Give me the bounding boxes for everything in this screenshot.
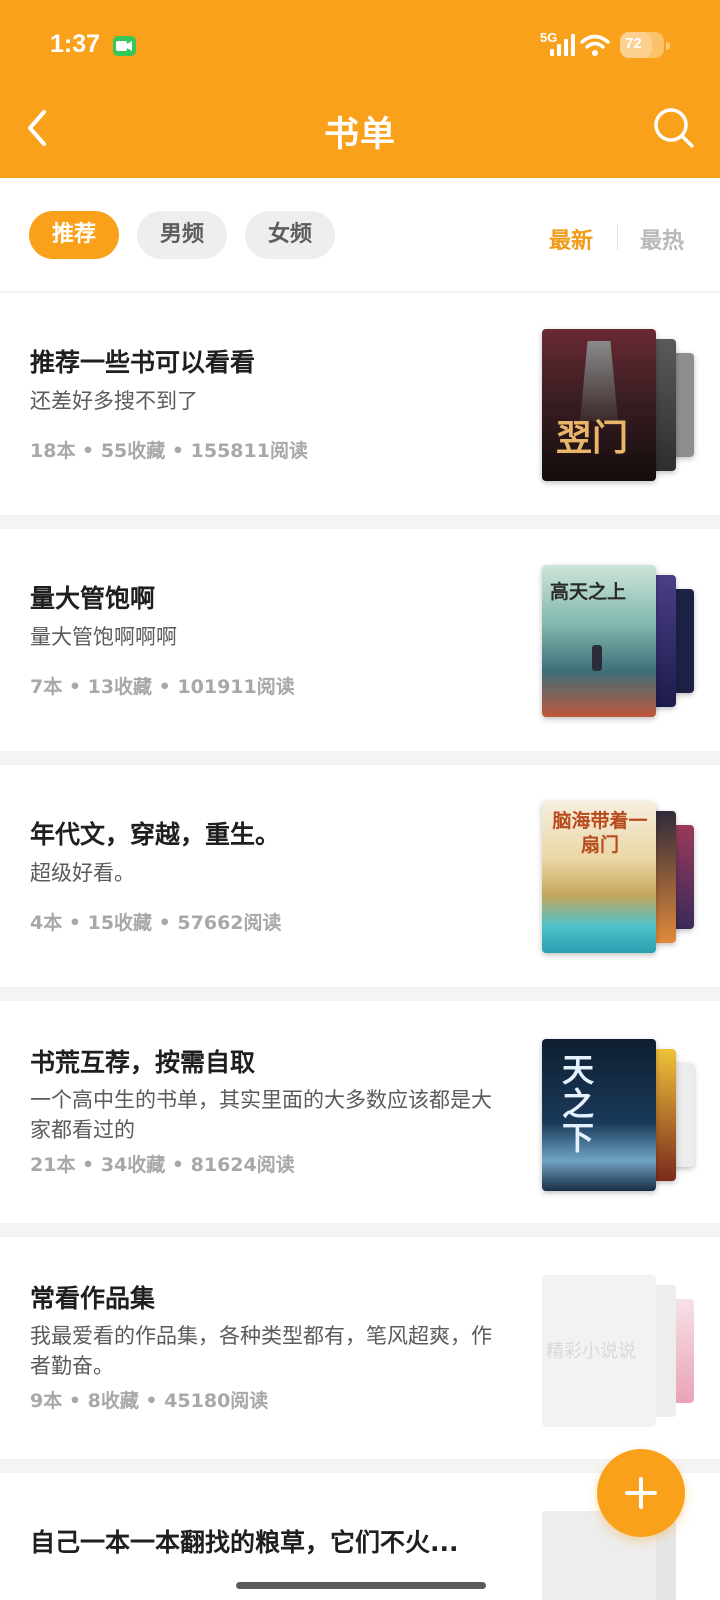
cover-title: 天之下 <box>562 1051 595 1157</box>
app-header: 1:37 5G 72 书单 <box>0 0 720 178</box>
booklist-desc: 还差好多搜不到了 <box>30 389 198 413</box>
booklist-meta: 21本 • 34收藏 • 81624阅读 <box>30 1154 295 1176</box>
booklist-title: 自己一本一本翻找的粮草，它们不火... <box>30 1528 459 1557</box>
signal-icon <box>550 34 575 56</box>
booklist-title: 量大管饱啊 <box>30 584 156 613</box>
page-title: 书单 <box>323 115 396 155</box>
book-cover: 脑海带着一扇门 <box>542 801 656 953</box>
battery-level: 72 <box>625 35 642 52</box>
booklist-meta: 9本 • 8收藏 • 45180阅读 <box>30 1390 269 1412</box>
sort-latest[interactable]: 最新 <box>549 223 593 255</box>
booklist-title: 常看作品集 <box>30 1284 156 1313</box>
create-booklist-button[interactable] <box>597 1449 685 1537</box>
cover-stack: 精彩小说说 <box>542 1275 697 1427</box>
booklist-desc: 量大管饱啊啊啊 <box>30 625 177 649</box>
booklist-card[interactable]: 量大管饱啊 量大管饱啊啊啊 7本 • 13收藏 • 101911阅读 高天之上 <box>0 529 720 751</box>
cover-stack: 脑海带着一扇门 <box>542 801 697 953</box>
booklist-title: 推荐一些书可以看看 <box>30 348 256 377</box>
booklist-desc: 一个高中生的书单，其实里面的大多数应该都是大家都看过的 <box>30 1088 492 1142</box>
cover-stack: 翌门 <box>542 329 697 481</box>
booklist-card[interactable]: 书荒互荐，按需自取 一个高中生的书单，其实里面的大多数应该都是大家都看过的 21… <box>0 1001 720 1223</box>
book-cover: 高天之上 <box>542 565 656 717</box>
cover-title: 精彩小说说 <box>546 1341 636 1362</box>
booklist-card[interactable]: 推荐一些书可以看看 还差好多搜不到了 18本 • 55收藏 • 155811阅读… <box>0 293 720 515</box>
battery-indicator: 72 <box>620 32 670 58</box>
book-cover: 翌门 <box>542 329 656 481</box>
booklist-title: 年代文，穿越，重生。 <box>30 820 281 849</box>
chip-recommend[interactable]: 推荐 <box>29 211 119 259</box>
chip-female[interactable]: 女频 <box>245 211 335 259</box>
cover-title: 脑海带着一扇门 <box>552 810 648 856</box>
status-bar: 1:37 5G 72 <box>0 0 720 92</box>
cover-title: 翌门 <box>556 417 629 459</box>
booklist-title: 书荒互荐，按需自取 <box>30 1048 256 1077</box>
home-indicator <box>236 1582 486 1589</box>
booklist-meta: 18本 • 55收藏 • 155811阅读 <box>30 440 308 462</box>
sort-divider <box>617 224 618 250</box>
cover-stack: 高天之上 <box>542 565 697 717</box>
booklist-desc: 超级好看。 <box>30 861 135 885</box>
booklist-meta: 4本 • 15收藏 • 57662阅读 <box>30 912 282 934</box>
sort-hottest[interactable]: 最热 <box>640 223 684 255</box>
book-cover: 精彩小说说 <box>542 1275 656 1427</box>
search-icon <box>654 108 694 148</box>
filter-bar: 推荐 男频 女频 最新 最热 <box>0 178 720 292</box>
search-button[interactable] <box>652 106 696 150</box>
status-time: 1:37 <box>50 30 101 58</box>
booklist-card[interactable]: 年代文，穿越，重生。 超级好看。 4本 • 15收藏 • 57662阅读 脑海带… <box>0 765 720 987</box>
wifi-icon <box>580 34 610 56</box>
plus-icon <box>625 1477 657 1509</box>
video-camera-icon <box>113 36 136 56</box>
battery-tip <box>666 42 670 50</box>
booklist-meta: 7本 • 13收藏 • 101911阅读 <box>30 676 295 698</box>
booklist-desc: 我最爱看的作品集，各种类型都有，笔风超爽，作者勤奋。 <box>30 1324 492 1378</box>
title-bar: 书单 <box>0 92 720 178</box>
book-cover: 天之下 <box>542 1039 656 1191</box>
booklist-card[interactable]: 常看作品集 我最爱看的作品集，各种类型都有，笔风超爽，作者勤奋。 9本 • 8收… <box>0 1237 720 1459</box>
cover-stack: 天之下 <box>542 1039 697 1191</box>
chip-male[interactable]: 男频 <box>137 211 227 259</box>
cover-title: 高天之上 <box>550 581 627 603</box>
